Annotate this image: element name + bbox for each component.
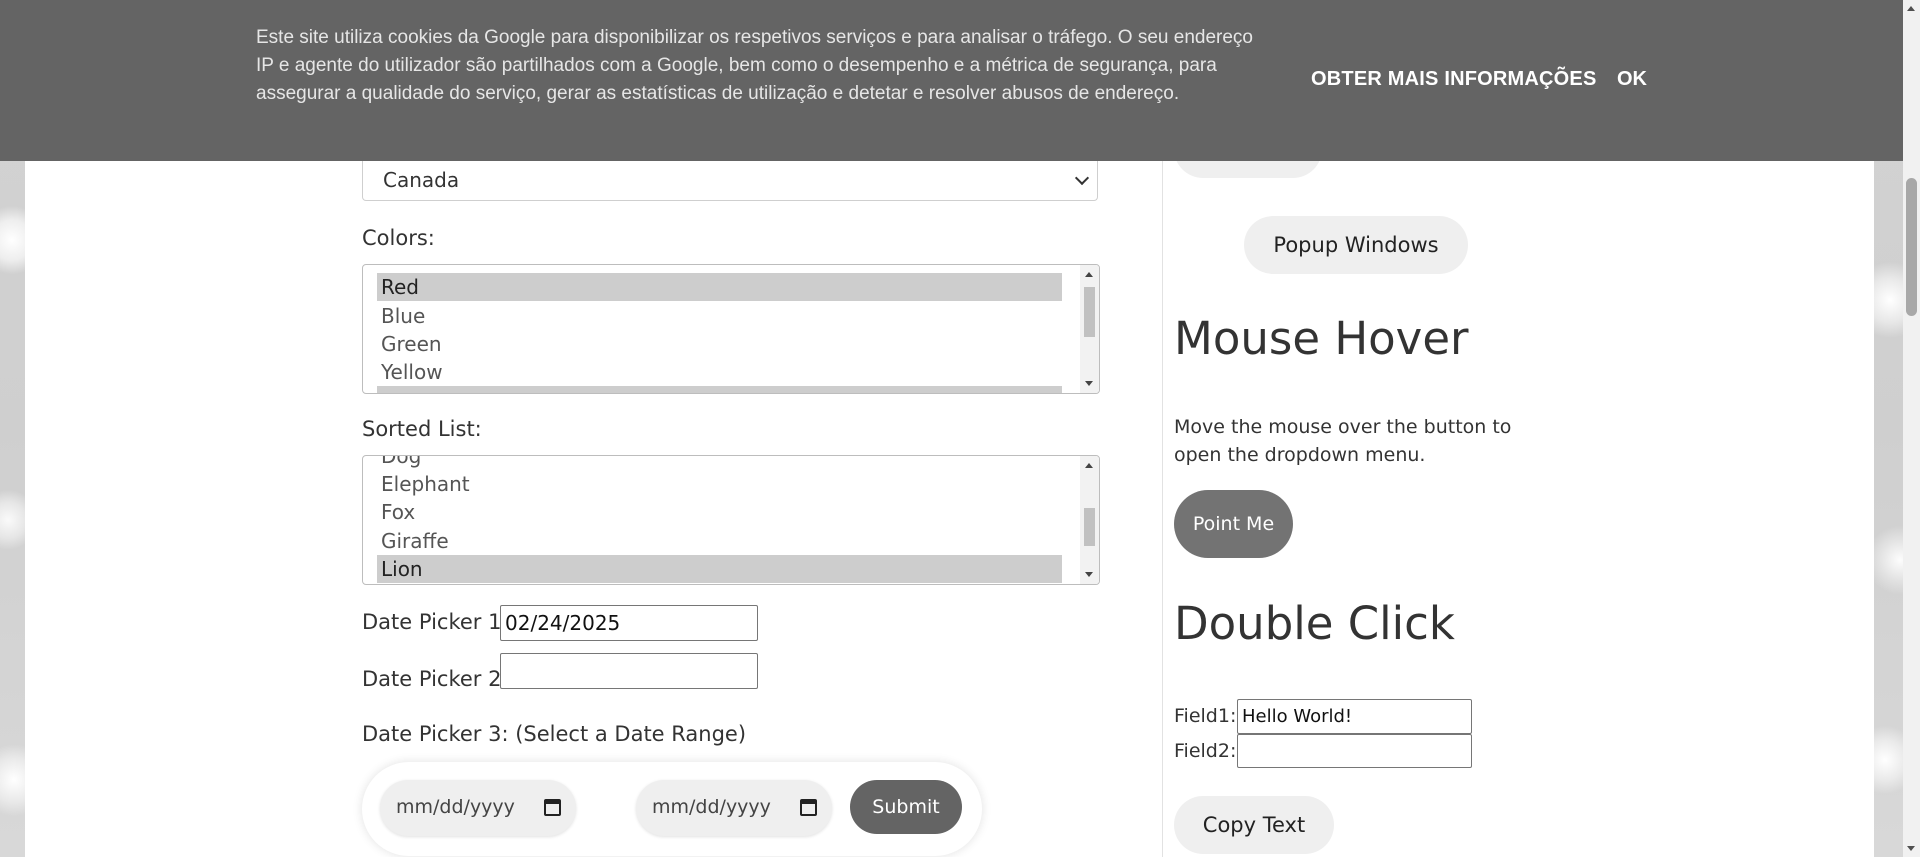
sorted-listbox[interactable]: Dog Elephant Fox Giraffe Lion: [362, 455, 1100, 585]
sorted-list-label: Sorted List:: [362, 417, 482, 441]
date-picker-3-label: Date Picker 3: (Select a Date Range): [362, 722, 747, 746]
colors-scroll-thumb[interactable]: [1084, 287, 1095, 337]
country-select-value: Canada: [383, 168, 460, 192]
sorted-option-giraffe[interactable]: Giraffe: [377, 527, 1062, 555]
sorted-option-dog[interactable]: Dog: [377, 456, 1062, 470]
sorted-option-elephant[interactable]: Elephant: [377, 470, 1062, 498]
scroll-down-icon[interactable]: [1085, 572, 1093, 577]
calendar-icon[interactable]: [800, 799, 817, 816]
range-end-placeholder: mm/dd/yyyy: [652, 796, 771, 818]
colors-option-partial[interactable]: [377, 386, 1062, 393]
country-select[interactable]: Canada: [362, 160, 1098, 201]
date-picker-2-input[interactable]: [500, 653, 758, 689]
scroll-down-icon[interactable]: [1085, 381, 1093, 386]
sorted-option-lion[interactable]: Lion: [377, 555, 1062, 583]
sorted-scroll-thumb[interactable]: [1084, 508, 1095, 546]
chevron-down-icon: [1074, 170, 1090, 186]
date-range-form: mm/dd/yyyy mm/dd/yyyy Submit: [362, 762, 982, 856]
colors-listbox-scrollbar[interactable]: [1080, 265, 1099, 393]
date-picker-1-label: Date Picker 1:: [362, 610, 509, 634]
colors-option-blue[interactable]: Blue: [377, 302, 1062, 330]
double-click-heading: Double Click: [1174, 597, 1455, 650]
field2-label: Field2:: [1174, 740, 1237, 762]
cookie-consent-text: Este site utiliza cookies da Google para…: [256, 27, 1253, 104]
mouse-hover-description: Move the mouse over the button to open t…: [1174, 416, 1512, 466]
range-end-date-input[interactable]: mm/dd/yyyy: [636, 780, 832, 836]
submit-button[interactable]: Submit: [850, 780, 962, 834]
sorted-listbox-scrollbar[interactable]: [1080, 456, 1099, 584]
date-picker-1-input[interactable]: [500, 605, 758, 641]
ok-button[interactable]: OK: [1617, 68, 1647, 91]
range-start-date-input[interactable]: mm/dd/yyyy: [380, 780, 576, 836]
colors-option-yellow[interactable]: Yellow: [377, 358, 1062, 386]
field1-input[interactable]: [1237, 699, 1472, 734]
range-start-placeholder: mm/dd/yyyy: [396, 796, 515, 818]
scroll-up-icon[interactable]: [1085, 272, 1093, 277]
scroll-up-icon[interactable]: [1085, 463, 1093, 468]
mouse-hover-heading: Mouse Hover: [1174, 312, 1469, 365]
field2-input[interactable]: [1237, 734, 1472, 768]
colors-option-green[interactable]: Green: [377, 330, 1062, 358]
colors-option-red[interactable]: Red: [377, 273, 1062, 301]
copy-text-button[interactable]: Copy Text: [1174, 796, 1334, 854]
sorted-option-fox[interactable]: Fox: [377, 498, 1062, 526]
field1-label: Field1:: [1174, 705, 1237, 727]
more-info-link[interactable]: OBTER MAIS INFORMAÇÕES: [1311, 68, 1597, 91]
scroll-up-icon[interactable]: [1903, 0, 1920, 17]
calendar-icon[interactable]: [544, 799, 561, 816]
date-picker-2-label: Date Picker 2:: [362, 667, 509, 691]
popup-windows-button[interactable]: Popup Windows: [1244, 216, 1468, 274]
page-scrollbar[interactable]: [1903, 0, 1920, 857]
page-scroll-thumb[interactable]: [1906, 178, 1917, 316]
point-me-button[interactable]: Point Me: [1174, 490, 1293, 558]
colors-listbox[interactable]: Red Blue Green Yellow: [362, 264, 1100, 394]
scroll-down-icon[interactable]: [1903, 840, 1920, 857]
colors-label: Colors:: [362, 226, 435, 250]
cookie-consent-banner: Este site utiliza cookies da Google para…: [0, 0, 1903, 161]
